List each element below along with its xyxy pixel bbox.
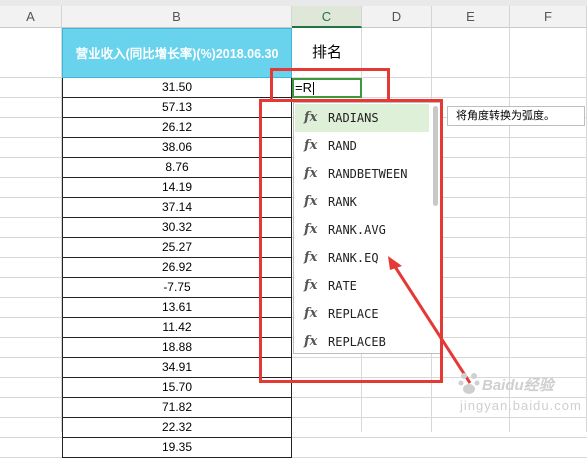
- autocomplete-item[interactable]: fx RANK: [295, 188, 429, 216]
- function-icon: fx: [304, 138, 318, 153]
- function-name: RATE: [328, 279, 357, 293]
- autocomplete-item[interactable]: fx REPLACE: [295, 300, 429, 328]
- column-header-b[interactable]: B: [62, 6, 292, 28]
- data-cell[interactable]: 8.76: [62, 158, 292, 178]
- autocomplete-item[interactable]: fx RADIANS: [295, 104, 429, 132]
- header-cell-rank[interactable]: 排名: [292, 28, 362, 78]
- autocomplete-item[interactable]: fx RANDBETWEEN: [295, 160, 429, 188]
- column-header-c[interactable]: C: [292, 6, 362, 28]
- data-cell[interactable]: 22.32: [62, 418, 292, 438]
- data-cell[interactable]: 31.50: [62, 78, 292, 98]
- function-name: RADIANS: [328, 111, 379, 125]
- function-icon: fx: [304, 110, 318, 125]
- data-cell[interactable]: 15.70: [62, 378, 292, 398]
- column-header-f[interactable]: F: [510, 6, 587, 28]
- function-tooltip: 将角度转换为弧度。: [447, 106, 585, 126]
- column-header-d[interactable]: D: [362, 6, 432, 28]
- column-header-e[interactable]: E: [432, 6, 510, 28]
- function-autocomplete-list[interactable]: fx RADIANS fx RAND fx RANDBETWEEN fx RANK fx RANK…: [293, 102, 441, 354]
- data-cell[interactable]: 26.92: [62, 258, 292, 278]
- data-cell[interactable]: 38.06: [62, 138, 292, 158]
- data-cell[interactable]: 11.42: [62, 318, 292, 338]
- function-name: REPLACEB: [328, 335, 386, 349]
- grid-line: [509, 28, 510, 432]
- header-cell-revenue-growth[interactable]: 营业收入(同比增长率)(%)2018.06.30: [62, 28, 292, 78]
- autocomplete-item[interactable]: fx RANK.AVG: [295, 216, 429, 244]
- text-caret: [312, 82, 314, 96]
- data-cell[interactable]: 34.91: [62, 358, 292, 378]
- dropdown-scrollbar[interactable]: [433, 106, 438, 206]
- function-name: RANK.EQ: [328, 251, 379, 265]
- autocomplete-item[interactable]: fx REPLACEB: [295, 328, 429, 353]
- data-cell[interactable]: 14.19: [62, 178, 292, 198]
- data-cell[interactable]: 19.35: [62, 438, 292, 458]
- autocomplete-item[interactable]: fx RATE: [295, 272, 429, 300]
- function-icon: fx: [304, 306, 318, 321]
- data-cell[interactable]: 57.13: [62, 98, 292, 118]
- function-name: RAND: [328, 139, 357, 153]
- data-cell[interactable]: 13.61: [62, 298, 292, 318]
- function-name: RANK: [328, 195, 357, 209]
- autocomplete-item[interactable]: fx RAND: [295, 132, 429, 160]
- function-name: RANK.AVG: [328, 223, 386, 237]
- formula-text: =R: [295, 80, 312, 95]
- data-cell[interactable]: 71.82: [62, 398, 292, 418]
- function-icon: fx: [304, 278, 318, 293]
- function-name: RANDBETWEEN: [328, 167, 408, 181]
- function-icon: fx: [304, 194, 318, 209]
- function-name: REPLACE: [328, 307, 379, 321]
- function-icon: fx: [304, 334, 318, 349]
- data-cell[interactable]: 25.27: [62, 238, 292, 258]
- data-cell[interactable]: 37.14: [62, 198, 292, 218]
- data-cell[interactable]: 18.88: [62, 338, 292, 358]
- column-b-data: 营业收入(同比增长率)(%)2018.06.30 31.50 57.13 26.12…: [62, 28, 292, 458]
- data-cell[interactable]: -7.75: [62, 278, 292, 298]
- column-header-a[interactable]: A: [0, 6, 62, 28]
- function-icon: fx: [304, 250, 318, 265]
- function-icon: fx: [304, 222, 318, 237]
- autocomplete-item[interactable]: fx RANK.EQ: [295, 244, 429, 272]
- data-cell[interactable]: 30.32: [62, 218, 292, 238]
- data-cell[interactable]: 26.12: [62, 118, 292, 138]
- function-icon: fx: [304, 166, 318, 181]
- active-cell-editor[interactable]: =R: [292, 78, 362, 98]
